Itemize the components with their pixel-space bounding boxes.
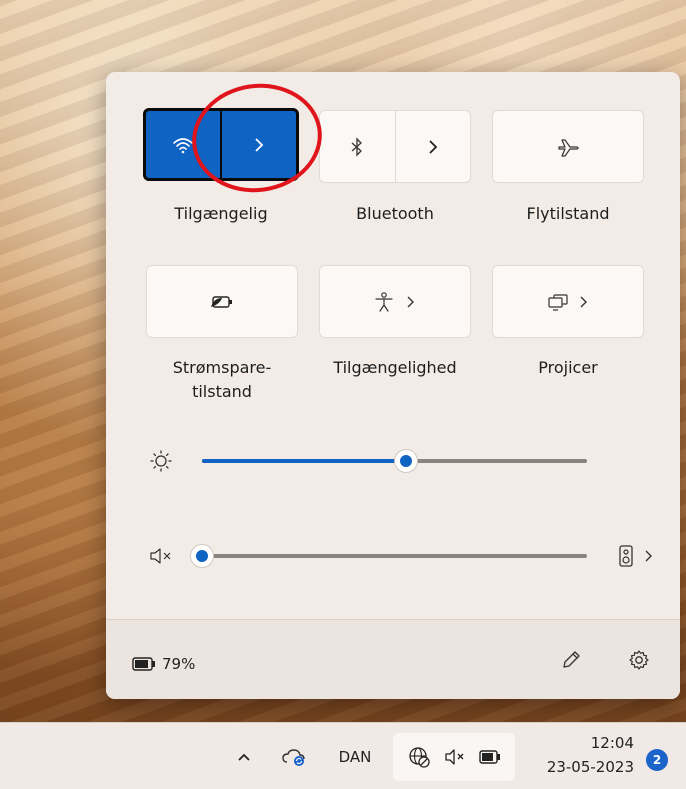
- bluetooth-expand-button[interactable]: [396, 111, 471, 182]
- accessibility-icon: [374, 291, 394, 313]
- accessibility-tile-label: Tilgængelighed: [333, 358, 457, 377]
- onedrive-sync-icon: [281, 747, 307, 767]
- notification-count-badge[interactable]: 2: [646, 749, 668, 771]
- speaker-device-icon: [618, 544, 634, 568]
- clock-button[interactable]: 12:04 23-05-2023: [547, 731, 634, 779]
- chevron-right-icon: [644, 549, 654, 563]
- clock-date: 23-05-2023: [546, 758, 634, 776]
- airplane-icon: [556, 137, 580, 157]
- show-hidden-icons-button[interactable]: [226, 723, 262, 789]
- wifi-tile-label: Tilgængelig: [174, 204, 268, 223]
- quick-settings-flyout: Tilgængelig Bluetooth Flytilstand Strøms…: [106, 72, 680, 699]
- battery-saver-icon: [209, 294, 235, 310]
- settings-button[interactable]: [622, 643, 656, 677]
- project-tile[interactable]: [492, 265, 644, 338]
- chevron-right-icon: [406, 295, 416, 309]
- battery-percent: 79%: [162, 655, 196, 673]
- wifi-tile[interactable]: [143, 108, 299, 181]
- brightness-icon: [146, 446, 176, 476]
- clock-time: 12:04: [590, 734, 634, 752]
- project-icon: [547, 293, 569, 311]
- brightness-slider[interactable]: [202, 449, 587, 473]
- edit-pencil-icon: [560, 649, 582, 671]
- battery-saver-label-line2: tilstand: [192, 382, 252, 401]
- chevron-up-icon: [237, 752, 251, 762]
- project-tile-label: Projicer: [538, 358, 598, 377]
- wifi-toggle-button[interactable]: [146, 111, 220, 178]
- volume-slider-thumb[interactable]: [190, 544, 214, 568]
- chevron-right-icon: [579, 295, 589, 309]
- onedrive-button[interactable]: [274, 723, 314, 789]
- brightness-row: [146, 446, 640, 476]
- battery-saver-tile-label: Strømspare- tilstand: [146, 356, 298, 404]
- bluetooth-tile-label: Bluetooth: [356, 204, 434, 223]
- battery-icon: [132, 657, 156, 671]
- taskbar: DAN 12:04 23-05-2023 2: [0, 722, 686, 789]
- speaker-muted-icon: [443, 747, 467, 767]
- bluetooth-icon: [350, 136, 364, 157]
- wifi-expand-button[interactable]: [222, 111, 296, 178]
- volume-row: [146, 541, 652, 571]
- brightness-slider-thumb[interactable]: [394, 449, 419, 473]
- bluetooth-tile[interactable]: [319, 110, 471, 183]
- speaker-muted-icon[interactable]: [146, 541, 176, 571]
- brightness-slider-fill: [202, 459, 407, 463]
- bluetooth-toggle-button[interactable]: [320, 111, 395, 182]
- battery-saver-tile[interactable]: [146, 265, 298, 338]
- audio-output-select-button[interactable]: [618, 541, 654, 571]
- chevron-right-icon: [427, 139, 439, 155]
- battery-saver-label-line1: Strømspare-: [172, 358, 272, 377]
- airplane-mode-tile-label: Flytilstand: [526, 204, 610, 223]
- wifi-icon: [172, 136, 194, 154]
- battery-status[interactable]: 79%: [132, 655, 195, 673]
- airplane-mode-tile[interactable]: [492, 110, 644, 183]
- network-volume-battery-group[interactable]: [393, 733, 515, 781]
- volume-slider[interactable]: [190, 544, 587, 568]
- input-language-button[interactable]: DAN: [328, 723, 382, 789]
- accessibility-tile[interactable]: [319, 265, 471, 338]
- edit-quick-settings-button[interactable]: [554, 643, 588, 677]
- no-internet-globe-icon: [407, 745, 431, 769]
- flyout-footer: 79%: [106, 619, 680, 699]
- battery-icon: [479, 750, 501, 764]
- chevron-right-icon: [253, 137, 265, 153]
- settings-gear-icon: [628, 649, 650, 671]
